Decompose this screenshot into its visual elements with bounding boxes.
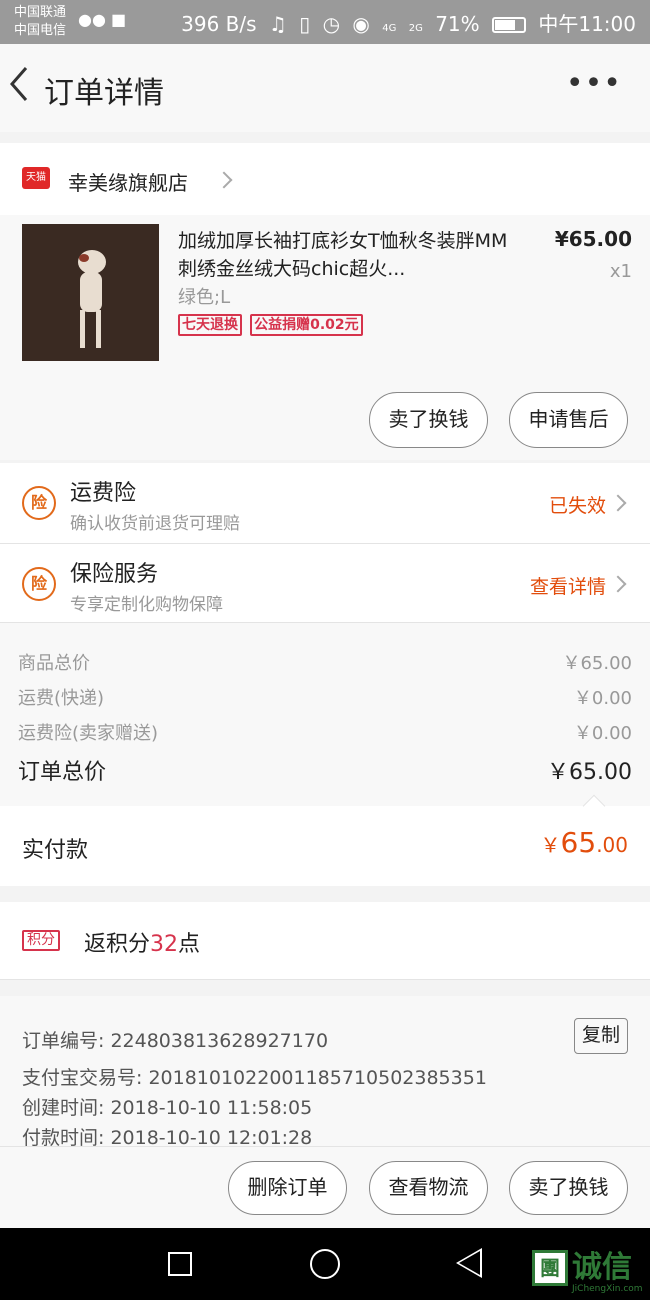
points-tag: 积分 — [22, 930, 60, 951]
back-icon[interactable] — [6, 64, 36, 104]
created-time: 创建时间: 2018-10-10 11:58:05 — [22, 1097, 313, 1119]
amount-paid-label: 实付款 — [22, 838, 89, 863]
shipping-insurance-row[interactable]: 险 运费险 确认收货前退货可理赔 已失效 — [0, 463, 650, 543]
shipping-insurance-fee-row: 运费险(卖家赠送) ￥0.00 — [18, 719, 632, 745]
wechat-icon: ●● — [78, 10, 106, 29]
vibrate-icon: ▯ — [299, 12, 311, 36]
headphone-icon: ♫ — [268, 12, 287, 36]
more-options-icon[interactable]: ••• — [566, 66, 622, 101]
after-sales-button[interactable]: 申请售后 — [509, 392, 628, 448]
row-label: 商品总价 — [18, 653, 90, 674]
watermark-url: JiChengXin.com — [572, 1284, 643, 1294]
insurance-icon: 险 — [22, 567, 56, 601]
row-value: ￥65.00 — [547, 760, 632, 785]
watermark-logo: 團 诚信 JiChengXin.com — [532, 1250, 650, 1300]
view-logistics-button[interactable]: 查看物流 — [369, 1161, 488, 1215]
points-row: 积分 返积分32点 — [0, 902, 650, 980]
sell-button[interactable]: 卖了换钱 — [509, 1161, 628, 1215]
product-card: 加绒加厚长袖打底衫女T恤秋冬装胖MM刺绣金丝绒大码chic超火... 绿色;L … — [0, 215, 650, 460]
alarm-icon: ◷ — [322, 12, 341, 36]
signal-4g-icon: 4G — [382, 23, 397, 34]
points-text: 返积分32点 — [84, 926, 200, 958]
app-notification-icon: ■ — [111, 10, 127, 29]
price-summary: 商品总价 ￥65.00 运费(快递) ￥0.00 运费险(卖家赠送) ￥0.00… — [0, 623, 650, 806]
chevron-right-icon — [609, 575, 627, 593]
watermark-text: 诚信 — [572, 1250, 632, 1285]
product-thumbnail[interactable] — [22, 224, 159, 361]
insurance-icon: 险 — [22, 486, 56, 520]
watermark-box-icon: 團 — [532, 1250, 568, 1286]
home-icon[interactable] — [310, 1249, 340, 1279]
insurance-status: 查看详情 — [529, 576, 606, 598]
amount-decimal: .00 — [596, 833, 628, 857]
row-label: 运费(快递) — [18, 688, 105, 709]
back-nav-icon[interactable] — [456, 1248, 482, 1278]
page-title: 订单详情 — [44, 76, 164, 111]
bottom-action-bar: 删除订单 查看物流 卖了换钱 — [0, 1146, 650, 1228]
insurance-subtitle: 专享定制化购物保障 — [70, 595, 223, 615]
chevron-right-icon — [609, 494, 627, 512]
chevron-right-icon — [215, 171, 233, 189]
recent-apps-icon[interactable] — [168, 1252, 192, 1276]
insurance-subtitle: 确认收货前退货可理赔 — [70, 514, 240, 534]
divider — [0, 979, 650, 980]
fawn-embroidery-image — [78, 250, 106, 348]
product-quantity: x1 — [609, 261, 632, 282]
insurance-service-row[interactable]: 险 保险服务 专享定制化购物保障 查看详情 — [0, 544, 650, 624]
insurance-title: 运费险 — [70, 481, 137, 506]
order-total-row: 订单总价 ￥65.00 — [18, 754, 632, 786]
notification-icons: ●● ■ — [78, 10, 126, 29]
signal-2g-icon: 2G — [408, 23, 423, 34]
tag-charity: 公益捐赠0.02元 — [250, 314, 363, 336]
product-name[interactable]: 加绒加厚长袖打底衫女T恤秋冬装胖MM刺绣金丝绒大码chic超火... — [178, 227, 518, 283]
nav-bar: 订单详情 ••• — [0, 44, 650, 132]
delete-order-button[interactable]: 删除订单 — [228, 1161, 347, 1215]
points-number: 32 — [150, 932, 179, 957]
shipping-row: 运费(快递) ￥0.00 — [18, 684, 632, 710]
row-label: 运费险(卖家赠送) — [18, 723, 159, 744]
store-name[interactable]: 幸美缘旗舰店 — [68, 167, 188, 196]
status-bar: 中国联通 中国电信 ●● ■ 396 B/s ♫ ▯ ◷ ◉ 4G 2G 71%… — [0, 0, 650, 44]
product-variant: 绿色;L — [178, 287, 231, 308]
points-suffix: 点 — [178, 932, 201, 957]
order-info: 订单编号: 224803813628927170 复制 支付宝交易号: 2018… — [0, 996, 650, 1149]
battery-icon — [492, 17, 526, 33]
product-tags: 七天退换 公益捐赠0.02元 — [178, 314, 366, 336]
tag-seven-day-return: 七天退换 — [178, 314, 242, 336]
tmall-logo-icon: 天猫 — [22, 167, 50, 189]
product-price: ¥65.00 — [554, 227, 632, 251]
carrier-2: 中国电信 — [14, 23, 67, 38]
insurance-status: 已失效 — [548, 495, 606, 517]
points-prefix: 返积分 — [84, 932, 151, 957]
copy-button[interactable]: 复制 — [574, 1018, 628, 1054]
store-row[interactable]: 天猫 幸美缘旗舰店 — [0, 143, 650, 215]
amount-paid-row: 实付款 ￥65.00 — [0, 794, 650, 886]
row-value: ￥0.00 — [573, 723, 632, 744]
row-value: ￥0.00 — [573, 688, 632, 709]
row-label: 订单总价 — [18, 760, 107, 785]
amount-integer: 65 — [560, 826, 597, 859]
currency-symbol: ￥ — [540, 833, 561, 857]
carrier-1: 中国联通 — [14, 5, 67, 20]
clock: 中午11:00 — [538, 12, 636, 36]
network-speed: 396 B/s — [181, 12, 257, 36]
battery-percent: 71% — [435, 12, 480, 36]
status-right: 396 B/s ♫ ▯ ◷ ◉ 4G 2G 71% 中午11:00 — [175, 8, 636, 37]
alipay-trade-number: 支付宝交易号: 2018101022001185710502385351 — [22, 1067, 487, 1089]
eye-icon: ◉ — [352, 12, 370, 36]
subtotal-row: 商品总价 ￥65.00 — [18, 649, 632, 675]
sell-button[interactable]: 卖了换钱 — [369, 392, 488, 448]
carrier-info: 中国联通 中国电信 — [14, 4, 66, 40]
insurance-title: 保险服务 — [70, 562, 159, 587]
row-value: ￥65.00 — [562, 653, 632, 674]
amount-paid-value: ￥65.00 — [541, 826, 628, 859]
order-number: 订单编号: 224803813628927170 — [22, 1030, 329, 1052]
